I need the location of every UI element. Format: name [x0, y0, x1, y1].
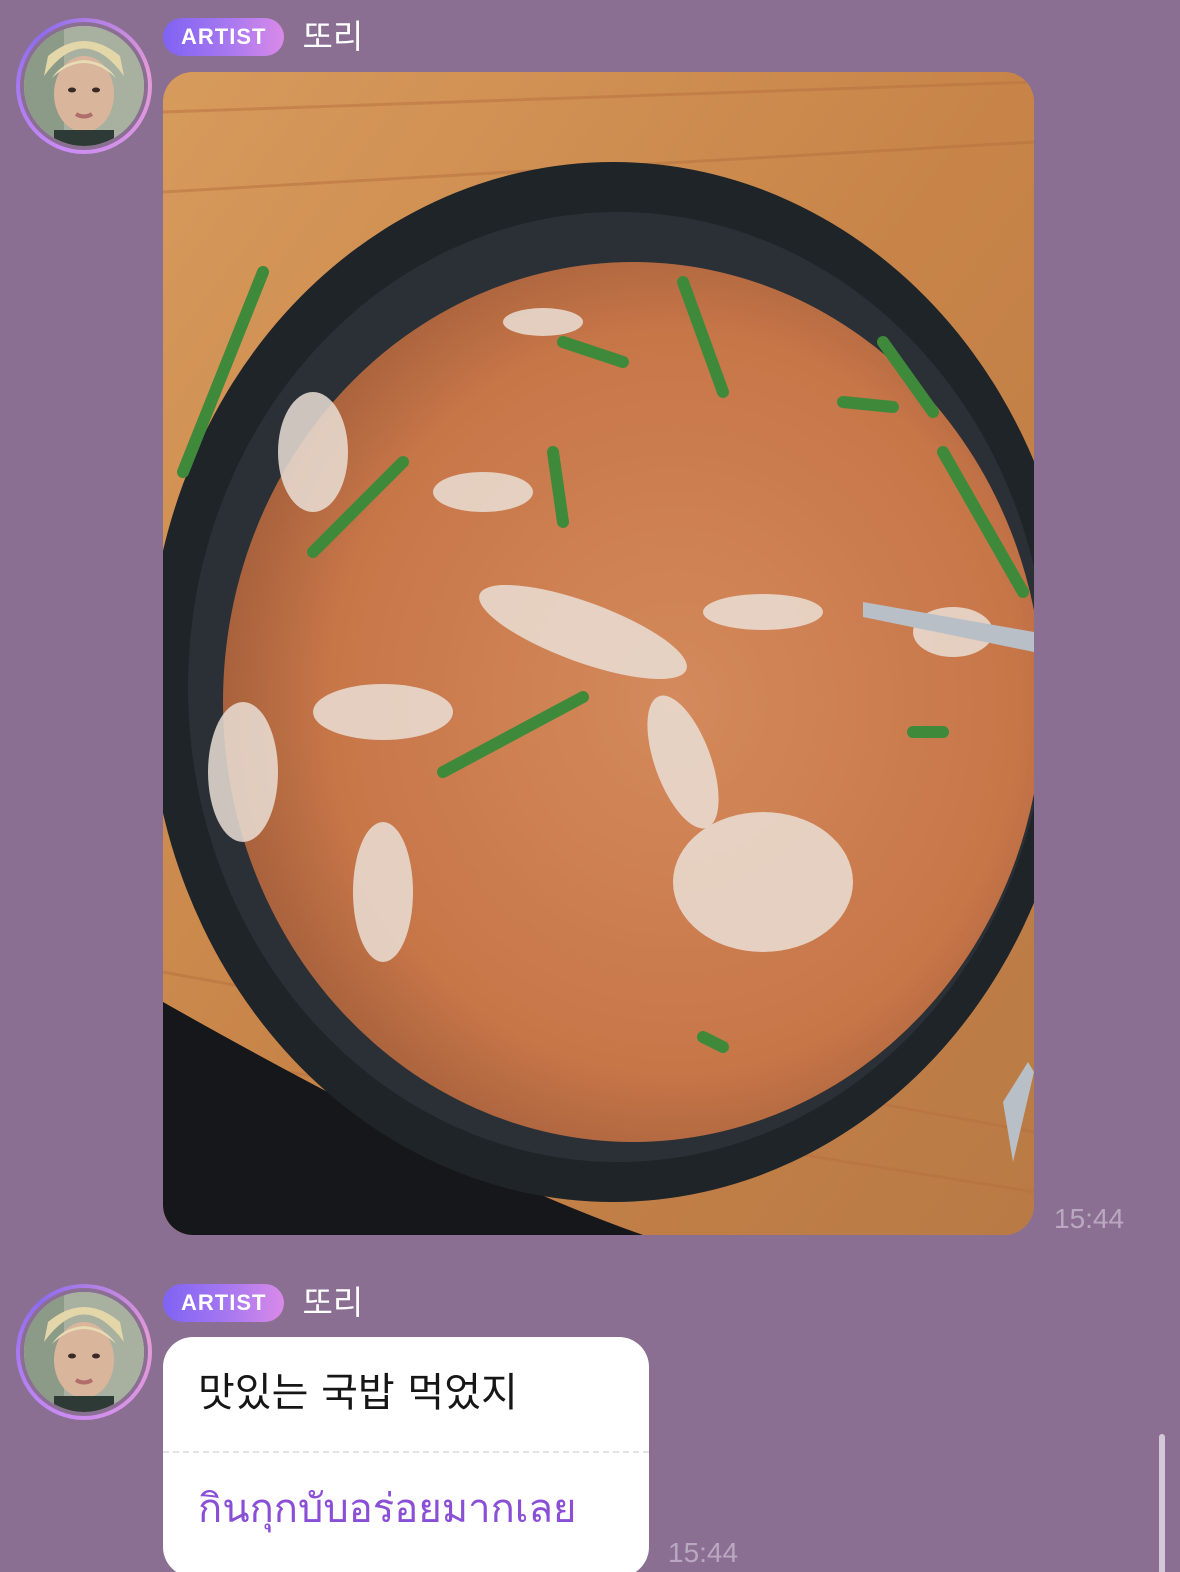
scrollbar[interactable]	[1159, 1434, 1165, 1572]
message-header: ARTIST 또리	[163, 17, 363, 57]
message-timestamp: 15:44	[668, 1537, 739, 1568]
avatar[interactable]	[16, 1284, 152, 1420]
artist-badge: ARTIST	[163, 1284, 285, 1322]
avatar[interactable]	[16, 18, 152, 154]
sender-name: 또리	[302, 17, 364, 56]
sender-name: 또리	[302, 1283, 364, 1322]
artist-badge: ARTIST	[163, 18, 285, 56]
message-header: ARTIST 또리	[163, 1283, 363, 1323]
message-timestamp: 15:44	[1054, 1203, 1125, 1234]
message-text-korean: 맛있는 국밥 먹었지	[198, 1370, 518, 1416]
message-translation: กินกุกบับอร่อยมากเลย	[198, 1486, 577, 1532]
translation-divider	[163, 1451, 649, 1453]
photo-attachment[interactable]	[163, 72, 1034, 1235]
avatar-face-icon	[24, 1292, 144, 1412]
avatar-image	[20, 1288, 148, 1416]
message-bubble[interactable]: 맛있는 국밥 먹었지 กินกุกบับอร่อยมากเลย	[163, 1337, 649, 1572]
avatar-face-icon	[24, 26, 144, 146]
gukbap-photo-image	[163, 72, 1034, 1235]
chat-screen: ARTIST 또리 15:44 ARTIST 또리 맛있는 국밥 먹었지 กิน…	[0, 0, 1180, 1572]
avatar-image	[20, 22, 148, 150]
